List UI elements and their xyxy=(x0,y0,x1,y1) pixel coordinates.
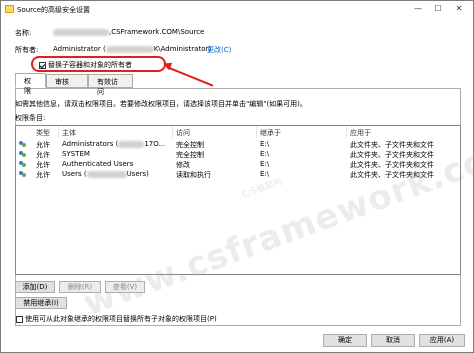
view-button[interactable]: 查看(V) xyxy=(105,281,145,293)
redacted-text xyxy=(53,28,109,36)
row-applies-to: 此文件夹、子文件夹和文件 xyxy=(350,141,434,149)
name-value: ,CSFramework.COM\Source xyxy=(53,28,204,36)
users-icon xyxy=(19,151,27,158)
ok-button[interactable]: 确定 xyxy=(323,334,367,347)
users-icon xyxy=(19,161,27,168)
row-access: 完全控制 xyxy=(176,141,204,149)
minimize-button[interactable]: — xyxy=(409,3,427,15)
redacted-text xyxy=(118,140,145,148)
column-header-applies-to[interactable]: 应用于 xyxy=(350,128,371,138)
column-separator[interactable] xyxy=(172,126,173,138)
table-row[interactable]: 允许 SYSTEM 完全控制 E:\ 此文件夹、子文件夹和文件 xyxy=(16,150,460,160)
permission-entries-label: 权限条目: xyxy=(15,114,46,122)
row-inherited-from: E:\ xyxy=(260,160,270,168)
column-header-access[interactable]: 访问 xyxy=(176,128,190,138)
row-inherited-from: E:\ xyxy=(260,140,270,148)
owner-value-suffix: K\Administrator) xyxy=(153,45,212,53)
row-principal: Users ( Users) xyxy=(62,170,149,178)
advanced-security-settings-window: Source的高级安全设置 — ☐ ✕ 名称: ,CSFramework.COM… xyxy=(0,0,474,353)
close-button[interactable]: ✕ xyxy=(450,3,468,15)
window-title: Source的高级安全设置 xyxy=(17,6,91,14)
row-principal: Authenticated Users xyxy=(62,160,134,168)
column-header-inherited-from[interactable]: 继承于 xyxy=(260,128,281,138)
annotation-arrow-line xyxy=(166,66,214,87)
column-separator[interactable] xyxy=(256,126,257,138)
owner-label: 所有者: xyxy=(15,46,39,54)
row-type: 允许 xyxy=(36,151,50,159)
permissions-info-text: 如需其他信息，请双击权限项目。若要修改权限项目，请选择该项目并单击"编辑"(如果… xyxy=(15,100,307,108)
owner-value-prefix: Administrator ( xyxy=(53,45,106,53)
title-bar[interactable]: Source的高级安全设置 — ☐ ✕ xyxy=(1,1,473,17)
column-separator[interactable] xyxy=(346,126,347,138)
row-principal-suffix: 17O... xyxy=(144,140,166,148)
users-icon xyxy=(19,141,27,148)
row-inherited-from: E:\ xyxy=(260,170,270,178)
add-button[interactable]: 添加(D) xyxy=(15,281,55,293)
row-type: 允许 xyxy=(36,141,50,149)
tab-permissions[interactable]: 权限 xyxy=(15,73,46,95)
column-separator[interactable] xyxy=(58,126,59,138)
row-type: 允许 xyxy=(36,161,50,169)
remove-button[interactable]: 删除(R) xyxy=(59,281,101,293)
tab-audit[interactable]: 审核 xyxy=(46,74,88,88)
redacted-text xyxy=(86,170,127,178)
maximize-button[interactable]: ☐ xyxy=(429,3,447,15)
change-owner-link[interactable]: 更改(C) xyxy=(207,45,231,55)
row-principal: SYSTEM xyxy=(62,150,90,158)
row-principal-suffix: Users) xyxy=(126,170,149,178)
table-row[interactable]: 允许 Authenticated Users 修改 E:\ 此文件夹、子文件夹和… xyxy=(16,160,460,170)
row-access: 读取和执行 xyxy=(176,171,211,179)
disable-inheritance-button[interactable]: 禁用继承(I) xyxy=(15,297,67,309)
row-principal: Administrators ( 17O... xyxy=(62,140,165,148)
row-type: 允许 xyxy=(36,171,50,179)
row-inherited-from: E:\ xyxy=(260,150,270,158)
cancel-button[interactable]: 取消 xyxy=(371,334,415,347)
users-icon xyxy=(19,171,27,178)
owner-value: Administrator ( K\Administrator) xyxy=(53,45,211,53)
apply-button[interactable]: 应用(A) xyxy=(419,334,465,347)
row-applies-to: 此文件夹、子文件夹和文件 xyxy=(350,151,434,159)
tab-effective-access[interactable]: 有效访问 xyxy=(88,74,133,96)
folder-icon xyxy=(5,5,14,13)
replace-child-permissions-checkbox[interactable] xyxy=(16,315,23,323)
redacted-text xyxy=(105,45,154,53)
column-header-principal[interactable]: 主体 xyxy=(62,128,76,138)
name-value-text: ,CSFramework.COM\Source xyxy=(109,28,205,36)
name-label: 名称: xyxy=(15,29,32,37)
row-access: 修改 xyxy=(176,161,190,169)
column-header-type[interactable]: 类型 xyxy=(36,128,50,138)
row-access: 完全控制 xyxy=(176,151,204,159)
replace-child-permissions-label: 使用可从此对象继承的权限项目替换所有子对象的权限项目(P) xyxy=(25,315,217,323)
row-principal-text: Users ( xyxy=(62,170,87,178)
replace-child-permissions-row[interactable]: 使用可从此对象继承的权限项目替换所有子对象的权限项目(P) xyxy=(16,314,217,324)
row-principal-text: Administrators ( xyxy=(62,140,119,148)
highlight-oval xyxy=(31,56,166,72)
table-row[interactable]: 允许 Administrators ( 17O... 完全控制 E:\ 此文件夹、… xyxy=(16,140,460,150)
